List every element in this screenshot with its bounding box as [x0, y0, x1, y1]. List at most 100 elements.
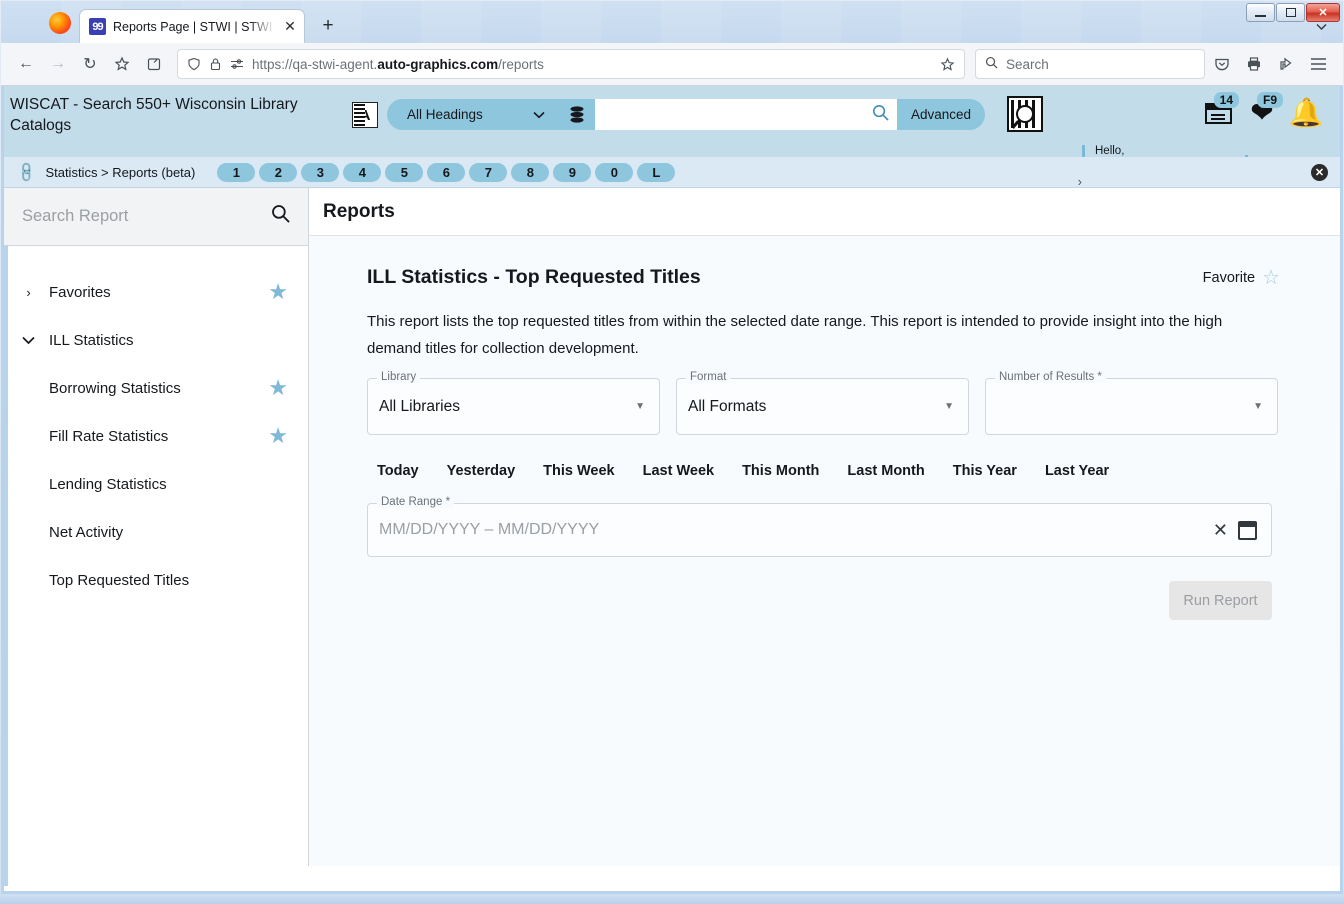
date-range-field[interactable]: Date Range * MM/DD/YYYY – MM/DD/YYYY ✕ — [367, 496, 1272, 557]
share-icon[interactable] — [1271, 49, 1301, 79]
bookmark-star-icon[interactable] — [107, 49, 137, 79]
browser-tab-strip: 99 Reports Page | STWI | STWI | Au ✕ + ✕ — [1, 1, 1343, 43]
clear-icon[interactable]: ✕ — [1213, 520, 1228, 541]
pocket-icon[interactable] — [1207, 49, 1237, 79]
quick-range-this-year[interactable]: This Year — [939, 463, 1031, 479]
calendar-icon[interactable] — [1238, 520, 1257, 540]
quick-pill-7[interactable]: 7 — [469, 162, 508, 182]
report-card: ILL Statistics - Top Requested Titles Fa… — [309, 236, 1340, 620]
quick-range-last-month[interactable]: Last Month — [833, 463, 938, 479]
url-domain: auto-graphics.com — [377, 56, 499, 72]
sidebar-item-borrowing-statistics[interactable]: Borrowing Statistics ★ — [4, 364, 308, 412]
close-icon[interactable]: ✕ — [1311, 164, 1328, 181]
quick-pill-0[interactable]: 0 — [595, 162, 634, 182]
link-icon: 🔗 — [14, 159, 39, 184]
run-report-button[interactable]: Run Report — [1169, 581, 1272, 620]
sidebar-item-ill-statistics[interactable]: ILL Statistics — [4, 316, 308, 364]
quick-pill-3[interactable]: 3 — [301, 162, 340, 182]
favorites-heart-button[interactable]: ❤ F9 — [1242, 92, 1283, 130]
star-icon[interactable]: ★ — [268, 281, 288, 303]
quick-pill-5[interactable]: 5 — [385, 162, 424, 182]
url-bar[interactable]: https://qa-stwi-agent.auto-graphics.com/… — [177, 49, 965, 79]
sidebar-item-fill-rate-statistics[interactable]: Fill Rate Statistics ★ — [4, 412, 308, 460]
chevron-down-icon: ▼ — [635, 401, 645, 412]
list-badge: 14 — [1213, 92, 1239, 108]
quick-pill-9[interactable]: 9 — [553, 162, 592, 182]
url-text: https://qa-stwi-agent.auto-graphics.com/… — [252, 57, 932, 72]
sidebar-item-lending-statistics[interactable]: Lending Statistics — [4, 460, 308, 508]
forward-button[interactable]: → — [43, 49, 73, 79]
add-bookmark-icon[interactable] — [940, 57, 955, 72]
page-title: Reports — [323, 200, 395, 222]
chevron-right-icon[interactable]: › — [22, 285, 35, 300]
window-close-button[interactable]: ✕ — [1306, 3, 1340, 22]
sidebar-item-net-activity[interactable]: Net Activity — [4, 508, 308, 556]
app-title: WISCAT - Search 550+ Wisconsin Library C… — [10, 96, 298, 134]
library-select[interactable]: Library All Libraries ▼ — [367, 371, 660, 435]
format-select-label: Format — [686, 371, 731, 383]
star-icon[interactable]: ★ — [268, 425, 288, 447]
report-description: This report lists the top requested titl… — [367, 313, 1223, 357]
advanced-search-button[interactable]: Advanced — [897, 99, 986, 130]
report-tree: › Favorites ★ ILL Statistics Borrowing S… — [4, 246, 308, 604]
quick-pill-6[interactable]: 6 — [427, 162, 466, 182]
quick-pill-l[interactable]: L — [637, 162, 676, 182]
main-content: Reports ILL Statistics - Top Requested T… — [309, 188, 1340, 866]
quick-range-this-month[interactable]: This Month — [728, 463, 833, 479]
search-scope-dropdown[interactable]: All Headings — [387, 99, 559, 130]
nav-overflow-chevron-icon[interactable]: › — [1078, 174, 1082, 189]
film-search-icon[interactable] — [1007, 96, 1044, 132]
page-body: › Favorites ★ ILL Statistics Borrowing S… — [4, 188, 1340, 886]
report-filters: Library All Libraries ▼ Format All Forma… — [367, 371, 1280, 435]
print-icon[interactable] — [1239, 49, 1269, 79]
requests-list-button[interactable]: 14 — [1198, 92, 1239, 130]
wiscat-logo-icon: A — [352, 102, 378, 128]
global-search-input-wrap[interactable] — [595, 99, 897, 130]
quick-pill-2[interactable]: 2 — [259, 162, 298, 182]
quick-pill-8[interactable]: 8 — [511, 162, 550, 182]
search-report-input[interactable] — [22, 207, 271, 226]
window-bottom-frame — [0, 894, 1344, 904]
new-tab-button[interactable]: + — [313, 11, 343, 41]
app-menu-icon[interactable] — [1303, 49, 1333, 79]
sidebar-item-favorites[interactable]: › Favorites ★ — [4, 268, 308, 316]
format-select[interactable]: Format All Formats ▼ — [676, 371, 969, 435]
search-icon[interactable] — [271, 204, 290, 229]
favorite-toggle[interactable]: Favorite ☆ — [1203, 268, 1280, 288]
reload-button[interactable]: ↻ — [75, 49, 105, 79]
quick-range-last-week[interactable]: Last Week — [629, 463, 728, 479]
sidebar-item-top-requested-titles[interactable]: Top Requested Titles — [4, 556, 308, 604]
back-button[interactable]: ← — [11, 49, 41, 79]
chevron-down-icon[interactable] — [22, 336, 35, 345]
number-of-results-label: Number of Results * — [995, 371, 1106, 383]
url-prefix: https://qa-stwi-agent. — [252, 56, 378, 72]
quick-range-this-week[interactable]: This Week — [529, 463, 628, 479]
window-maximize-button[interactable] — [1276, 3, 1305, 22]
star-outline-icon[interactable]: ☆ — [1262, 268, 1280, 288]
header-icon-group: 14 ❤ F9 🔔 — [1198, 86, 1340, 130]
browser-toolbar: ← → ↻ https://qa-stwi-agent.auto-graphic… — [1, 43, 1343, 86]
search-icon[interactable] — [872, 104, 889, 126]
quick-range-yesterday[interactable]: Yesterday — [433, 463, 530, 479]
browser-tab[interactable]: 99 Reports Page | STWI | STWI | Au ✕ — [79, 9, 305, 43]
database-icon[interactable] — [559, 99, 595, 130]
quick-pill-1[interactable]: 1 — [217, 162, 256, 182]
number-of-results-select[interactable]: Number of Results * ▼ — [985, 371, 1278, 435]
browser-search-bar[interactable]: Search — [975, 49, 1205, 79]
container-tab-icon[interactable] — [139, 49, 169, 79]
window-minimize-button[interactable] — [1246, 3, 1275, 22]
format-select-value: All Formats — [688, 397, 767, 415]
quick-pill-4[interactable]: 4 — [343, 162, 382, 182]
sidebar-item-label: Top Requested Titles — [49, 571, 190, 589]
sidebar-accent-bar — [4, 246, 8, 886]
quick-range-today[interactable]: Today — [367, 463, 433, 479]
notifications-button[interactable]: 🔔 — [1286, 96, 1326, 130]
quick-range-last-year[interactable]: Last Year — [1031, 463, 1123, 479]
tab-close-icon[interactable]: ✕ — [282, 18, 298, 35]
report-title-row: ILL Statistics - Top Requested Titles Fa… — [367, 266, 1280, 289]
sidebar-search[interactable] — [4, 188, 308, 246]
url-path: /reports — [498, 56, 544, 72]
star-icon[interactable]: ★ — [268, 377, 288, 399]
sidebar-item-label: Lending Statistics — [49, 475, 167, 493]
permissions-icon[interactable] — [230, 58, 244, 70]
